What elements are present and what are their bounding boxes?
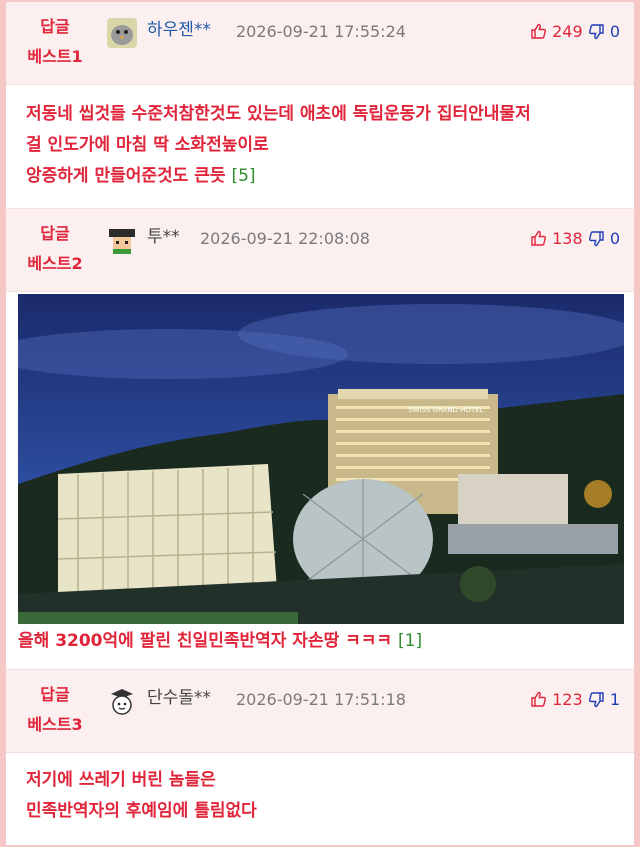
avatar-graduate-icon[interactable] (107, 225, 137, 255)
rank-line-2: 베스트2 (27, 254, 83, 273)
comment-date: 2026-09-21 17:55:24 (236, 22, 406, 41)
comment-line: 걸 인도가에 마침 딱 소화전높이로 (26, 135, 269, 155)
comment-header: 답글 베스트3 단수돌** 2026-09-21 17:51:18 123 1 (6, 669, 634, 753)
downvote-button[interactable]: 0 (588, 229, 620, 248)
comment-line: 올해 3200억에 팔린 친일민족반역자 자손땅 ㅋㅋㅋ (18, 631, 393, 651)
avatar-bird-icon[interactable] (107, 18, 137, 48)
comment-line: 앙증하게 만들어준것도 큰듯 (26, 166, 226, 186)
comment-line: 저동네 씹것들 수준처참한것도 있는데 애초에 독립운동가 집터안내물저 (26, 104, 531, 124)
best-rank-label: 답글 베스트3 (14, 680, 96, 740)
thumbs-down-icon (588, 692, 604, 708)
reply-count-link[interactable]: [5] (231, 166, 255, 186)
comment-text: 저기에 쓰레기 버린 놈들은 민족반역자의 후예임에 틀림없다 (26, 765, 614, 827)
upvote-count: 123 (552, 690, 583, 709)
rank-line-1: 답글 (40, 17, 70, 36)
rank-line-1: 답글 (40, 224, 70, 243)
upvote-button[interactable]: 123 (530, 690, 588, 709)
upvote-count: 138 (552, 229, 583, 248)
comment-body: 저동네 씹것들 수준처참한것도 있는데 애초에 독립운동가 집터안내물저 걸 인… (6, 85, 634, 207)
thumbs-up-icon (531, 230, 546, 246)
vote-box: 249 0 (530, 20, 620, 44)
comment-line: 민족반역자의 후예임에 틀림없다 (26, 801, 257, 821)
downvote-button[interactable]: 0 (588, 22, 620, 41)
thumbs-up-icon (531, 691, 546, 707)
downvote-count: 0 (609, 229, 620, 248)
comment-text: 올해 3200억에 팔린 친일민족반역자 자손땅 ㅋㅋㅋ [1] (18, 626, 422, 657)
thumbs-down-icon (588, 231, 604, 247)
vote-box: 123 1 (530, 688, 620, 712)
nickname[interactable]: 단수돌** (147, 686, 211, 710)
thumbs-down-icon (588, 24, 604, 40)
hotel-sign-text: SWISS GRAND HOTEL (408, 406, 484, 414)
downvote-count: 0 (609, 22, 620, 41)
best-comment-1: 답글 베스트1 하우젠** 2026-09-21 17:55:24 249 0 … (6, 2, 634, 207)
nickname[interactable]: 투** (147, 225, 180, 249)
downvote-button[interactable]: 1 (588, 690, 620, 709)
comment-body: SWISS GRAND HOTEL 올해 3200억에 팔린 친일민족반역자 자… (6, 292, 634, 670)
comment-date: 2026-09-21 17:51:18 (236, 690, 406, 709)
avatar-graduate-face-icon[interactable] (107, 686, 137, 716)
vote-box: 138 0 (530, 227, 620, 251)
comment-header: 답글 베스트1 하우젠** 2026-09-21 17:55:24 249 0 (6, 2, 634, 85)
nickname[interactable]: 하우젠** (147, 18, 211, 42)
rank-line-1: 답글 (40, 685, 70, 704)
best-comment-2: 답글 베스트2 투** 2026-09-21 22:08:08 138 0 SW… (6, 208, 634, 670)
rank-line-2: 베스트1 (27, 47, 83, 66)
upvote-button[interactable]: 138 (530, 229, 588, 248)
upvote-button[interactable]: 249 (530, 22, 588, 41)
upvote-count: 249 (552, 22, 583, 41)
reply-count-link[interactable]: [1] (398, 631, 422, 651)
best-rank-label: 답글 베스트2 (14, 219, 96, 279)
comment-date: 2026-09-21 22:08:08 (200, 229, 370, 248)
downvote-count: 1 (609, 690, 620, 709)
comment-header: 답글 베스트2 투** 2026-09-21 22:08:08 138 0 (6, 208, 634, 292)
best-rank-label: 답글 베스트1 (14, 12, 96, 72)
best-comment-3: 답글 베스트3 단수돌** 2026-09-21 17:51:18 123 1 … (6, 669, 634, 845)
comment-line: 저기에 쓰레기 버린 놈들은 (26, 770, 216, 790)
hotel-night-photo[interactable]: SWISS GRAND HOTEL (18, 294, 624, 624)
comment-text: 저동네 씹것들 수준처참한것도 있는데 애초에 독립운동가 집터안내물저 걸 인… (26, 99, 614, 192)
rank-line-2: 베스트3 (27, 715, 83, 734)
comment-body: 저기에 쓰레기 버린 놈들은 민족반역자의 후예임에 틀림없다 (6, 753, 634, 845)
thumbs-up-icon (531, 23, 546, 39)
